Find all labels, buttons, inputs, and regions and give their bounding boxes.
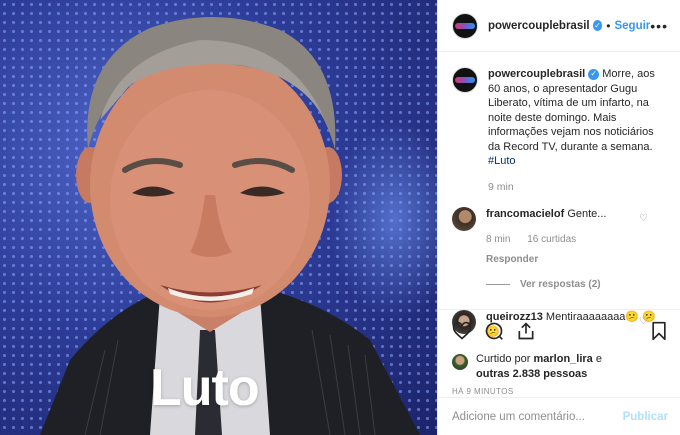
like-heart-icon[interactable] bbox=[452, 321, 472, 341]
comment-like-heart-icon[interactable]: ♡ bbox=[639, 213, 648, 224]
post-caption: powercouplebrasil ✓ Morre, aos 60 anos, o… bbox=[452, 67, 668, 169]
post-header: powercouplebrasil ✓ • Seguir ••• bbox=[438, 0, 680, 52]
bookmark-save-icon[interactable] bbox=[650, 321, 668, 341]
publish-button[interactable]: Publicar bbox=[623, 411, 668, 423]
comment-item: francomacielof Gente... 8 min 16 curtida… bbox=[452, 206, 668, 268]
posted-time: HÁ 9 MINUTOS bbox=[452, 387, 514, 396]
brand-logo bbox=[455, 77, 475, 83]
likes-conj: e bbox=[595, 353, 602, 365]
comment-username[interactable]: francomacielof bbox=[486, 208, 564, 220]
comment-likes[interactable]: 16 curtidas bbox=[527, 234, 576, 245]
post-actions: Curtido por marlon_lira e outras 2.838 p… bbox=[438, 309, 680, 396]
caption-username[interactable]: powercouplebrasil bbox=[488, 68, 585, 80]
caption-time: 9 min bbox=[488, 180, 514, 193]
add-comment-bar: Publicar bbox=[438, 397, 680, 435]
photo-overlay-text: Luto bbox=[150, 359, 260, 417]
others-likes-link[interactable]: outras 2.838 pessoas bbox=[476, 368, 587, 380]
comment-bubble-icon[interactable] bbox=[484, 321, 504, 341]
separator-dot: • bbox=[606, 18, 611, 33]
profile-avatar[interactable] bbox=[452, 12, 478, 39]
liker-avatar[interactable] bbox=[452, 354, 468, 370]
follow-button[interactable]: Seguir bbox=[614, 20, 650, 32]
replies-line bbox=[486, 284, 510, 285]
likes-text: Curtido por marlon_lira e outras 2.838 p… bbox=[476, 352, 602, 381]
likes-prefix: Curtido por bbox=[476, 353, 531, 365]
instagram-post: Luto powercouplebrasil ✓ • Seguir ••• po… bbox=[0, 0, 680, 435]
reply-button[interactable]: Responder bbox=[486, 253, 666, 268]
brand-logo bbox=[455, 22, 475, 29]
header-username[interactable]: powercouplebrasil bbox=[488, 20, 590, 32]
caption-hashtag[interactable]: #Luto bbox=[488, 155, 516, 167]
comment-time: 8 min bbox=[486, 234, 511, 245]
view-replies-button[interactable]: Ver respostas (2) bbox=[486, 279, 668, 290]
caption-text: Morre, aos 60 anos, o apresentador Gugu … bbox=[488, 68, 655, 153]
comment-input[interactable] bbox=[452, 410, 623, 423]
share-icon[interactable] bbox=[516, 321, 536, 341]
caption-text-block: powercouplebrasil ✓ Morre, aos 60 anos, o… bbox=[488, 67, 668, 169]
comment-meta: 8 min 16 curtidas bbox=[486, 233, 666, 248]
more-options-icon[interactable]: ••• bbox=[650, 19, 668, 33]
comments-section: powercouplebrasil ✓ Morre, aos 60 anos, o… bbox=[438, 53, 680, 338]
caption-avatar[interactable] bbox=[452, 67, 478, 93]
comment-text: Gente... bbox=[567, 207, 607, 220]
verified-badge-icon: ✓ bbox=[588, 68, 600, 80]
post-photo[interactable]: Luto bbox=[0, 0, 437, 435]
post-sidebar: powercouplebrasil ✓ • Seguir ••• powerco… bbox=[437, 0, 680, 435]
verified-badge-icon: ✓ bbox=[592, 20, 603, 31]
action-icons bbox=[452, 318, 668, 344]
likes-summary: Curtido por marlon_lira e outras 2.838 p… bbox=[452, 352, 668, 381]
view-replies-label[interactable]: Ver respostas (2) bbox=[520, 279, 601, 290]
liker-username[interactable]: marlon_lira bbox=[533, 353, 592, 365]
comment-avatar[interactable] bbox=[452, 206, 476, 231]
